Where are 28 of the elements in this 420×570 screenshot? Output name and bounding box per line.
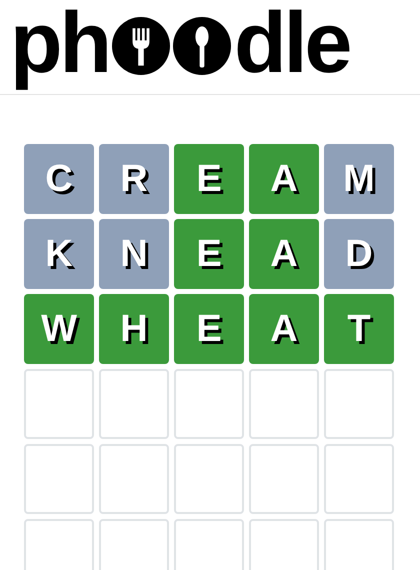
spoon-icon [173, 17, 232, 75]
letter-tile: K [24, 219, 94, 289]
empty-tile [24, 369, 94, 439]
letter-tile: C [24, 144, 94, 214]
letter-tile: M [324, 144, 394, 214]
empty-tile [324, 369, 394, 439]
letter-tile: T [324, 294, 394, 364]
empty-tile [24, 444, 94, 514]
empty-tile [99, 369, 169, 439]
letter-tile: E [174, 294, 244, 364]
empty-tile [99, 444, 169, 514]
letter-tile: A [249, 294, 319, 364]
letter-tile: W [24, 294, 94, 364]
letter-tile: N [99, 219, 169, 289]
empty-tile [174, 444, 244, 514]
empty-tile [249, 444, 319, 514]
empty-tile [324, 444, 394, 514]
letter-tile: A [249, 144, 319, 214]
letter-tile: D [324, 219, 394, 289]
letter-tile: E [174, 219, 244, 289]
empty-tile [249, 369, 319, 439]
letter-tile: R [99, 144, 169, 214]
fork-icon [112, 17, 170, 75]
letter-tile: H [99, 294, 169, 364]
letter-tile: E [174, 144, 244, 214]
letter-tile: A [249, 219, 319, 289]
logo-text: dle [234, 0, 350, 86]
empty-tile [174, 369, 244, 439]
